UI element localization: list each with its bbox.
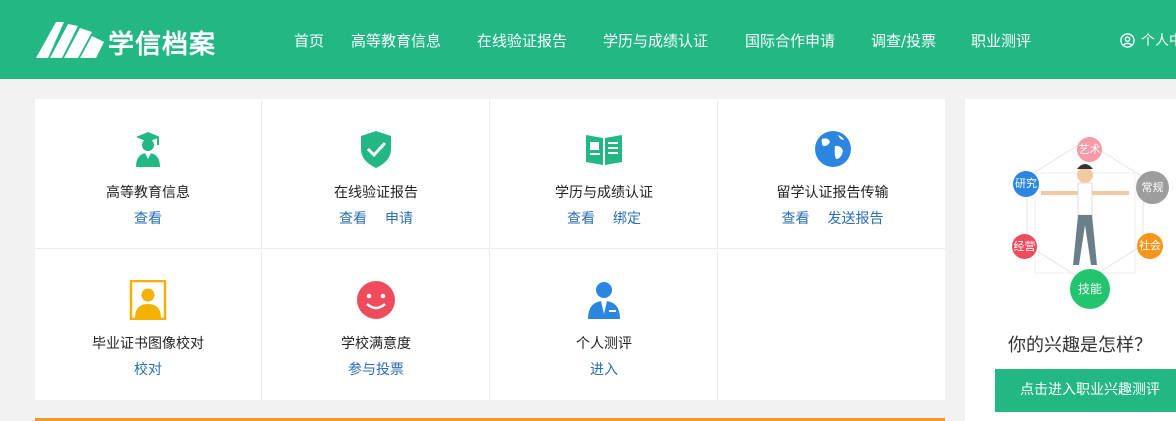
service-card-satisfaction: 学校满意度 参与投票	[263, 250, 490, 400]
research-bubble: 研究	[1013, 171, 1039, 197]
service-title: 学历与成绩认证	[555, 185, 653, 201]
user-center-label: 个人中心	[1141, 33, 1176, 49]
graduate-icon	[136, 132, 160, 167]
nav-survey-vote[interactable]: 调查/投票	[871, 30, 936, 51]
businessman-icon	[588, 282, 620, 319]
book-icon	[586, 135, 622, 165]
book-pages-logo-icon	[36, 22, 104, 58]
nav-online-verification[interactable]: 在线验证报告	[477, 30, 567, 51]
portrait-icon	[129, 280, 167, 320]
service-card-study-abroad: 留学认证报告传输 查看 发送报告	[719, 99, 946, 249]
service-title: 毕业证书图像校对	[92, 336, 204, 352]
globe-icon	[814, 131, 851, 167]
view-link[interactable]: 查看	[134, 211, 162, 227]
send-report-link[interactable]: 发送报告	[828, 211, 884, 227]
service-title: 在线验证报告	[334, 185, 418, 201]
nav-international[interactable]: 国际合作申请	[745, 30, 835, 51]
vote-link[interactable]: 参与投票	[348, 362, 404, 378]
shield-check-icon	[361, 131, 391, 168]
nav-home[interactable]: 首页	[294, 30, 324, 51]
service-title: 学校满意度	[341, 336, 411, 352]
proofread-link[interactable]: 校对	[134, 362, 162, 378]
interest-test-panel: 艺术 研究 常规 经营 社会 技能 你的兴趣是怎样？ 点击进入职业兴趣测评	[965, 99, 1176, 421]
top-header: 学信档案 首页 高等教育信息 在线验证报告 学历与成绩认证 国际合作申请 调查/…	[0, 0, 1176, 79]
bind-link[interactable]: 绑定	[613, 211, 641, 227]
view-link[interactable]: 查看	[782, 211, 810, 227]
enter-link[interactable]: 进入	[590, 362, 618, 378]
logo[interactable]: 学信档案	[34, 18, 234, 60]
conventional-bubble: 常规	[1136, 171, 1169, 204]
art-bubble: 艺术	[1077, 137, 1102, 162]
view-link[interactable]: 查看	[339, 211, 367, 227]
nav-higher-education[interactable]: 高等教育信息	[351, 30, 441, 51]
user-center-link[interactable]: 个人中心	[1120, 30, 1176, 50]
career-test-button[interactable]: 点击进入职业兴趣测评	[995, 369, 1176, 412]
enterprising-bubble: 经营	[1012, 234, 1037, 259]
nav-degree-certification[interactable]: 学历与成绩认证	[603, 30, 708, 51]
smiley-icon	[357, 281, 395, 319]
interest-question: 你的兴趣是怎样？	[1008, 335, 1152, 356]
social-bubble: 社会	[1137, 233, 1163, 259]
service-title: 个人测评	[576, 336, 632, 352]
nav-career-test[interactable]: 职业测评	[971, 30, 1031, 51]
service-card-online-verification: 在线验证报告 查看 申请	[263, 99, 490, 249]
service-card-diploma-image: 毕业证书图像校对 校对	[35, 250, 262, 400]
user-icon	[1120, 33, 1135, 48]
service-title: 高等教育信息	[106, 185, 190, 201]
service-title: 留学认证报告传输	[776, 185, 889, 201]
logo-text: 学信档案	[108, 30, 217, 60]
service-card-higher-education: 高等教育信息 查看	[35, 99, 262, 249]
apply-link[interactable]: 申请	[385, 211, 413, 227]
service-card-degree-certification: 学历与成绩认证 查看 绑定	[491, 99, 718, 249]
view-link[interactable]: 查看	[567, 211, 595, 227]
empty-cell	[719, 250, 946, 400]
services-grid: 高等教育信息 查看 在线验证报告 查看 申请 学历与成绩认证 查看 绑定 留学认…	[35, 99, 946, 400]
skill-bubble: 技能	[1070, 269, 1110, 309]
service-card-personal-test: 个人测评 进入	[491, 250, 718, 400]
